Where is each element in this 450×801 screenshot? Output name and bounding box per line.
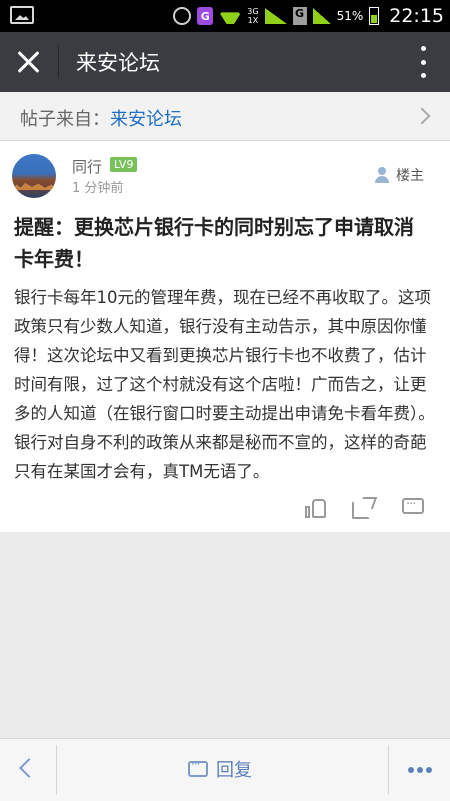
avatar[interactable] <box>12 154 56 198</box>
app-bar: 来安论坛 <box>0 32 450 92</box>
post-time: 1 分钟前 <box>72 181 124 196</box>
post-card: 同行 LV9 1 分钟前 楼主 提醒：更换芯片银行卡的同时别忘了申请取消卡年费！… <box>0 141 450 532</box>
owner-tag: 楼主 <box>374 165 424 185</box>
reply-button[interactable]: 回复 <box>188 756 252 782</box>
back-button[interactable] <box>0 739 56 801</box>
owner-label: 楼主 <box>396 168 424 184</box>
post-body: 银行卡每年10元的管理年费，现在已经不再收取了。这项政策只有少数人知道，银行没有… <box>14 288 435 481</box>
like-icon[interactable] <box>305 497 331 519</box>
network-type: 3G 1X <box>247 7 258 25</box>
comment-icon[interactable] <box>402 497 428 519</box>
reply-icon <box>188 757 208 777</box>
image-icon <box>10 6 34 24</box>
more-vertical-icon[interactable] <box>420 46 426 78</box>
chevron-right-icon <box>413 107 431 125</box>
share-icon[interactable] <box>352 497 378 519</box>
alarm-icon <box>173 7 192 25</box>
battery-percent: 51% <box>336 9 364 23</box>
app-bar-divider <box>58 46 59 78</box>
person-icon <box>374 167 390 183</box>
source-label: 帖子来自：来安论坛 <box>20 105 182 131</box>
page-title: 来安论坛 <box>76 51 160 75</box>
carrier-g-icon: G <box>292 7 307 25</box>
network-type-top: 3G <box>247 7 259 16</box>
level-badge: LV9 <box>110 157 138 172</box>
reply-label: 回复 <box>216 760 252 781</box>
post-title: 提醒：更换芯片银行卡的同时别忘了申请取消卡年费！ <box>14 215 414 271</box>
bottom-bar: 回复 <box>0 738 450 801</box>
author-name[interactable]: 同行 <box>72 156 102 177</box>
more-horizontal-icon[interactable] <box>389 739 450 801</box>
battery-icon <box>369 7 380 25</box>
status-bar: G 3G 1X G 51% 22:15 <box>0 0 450 32</box>
signal-icon <box>264 8 287 24</box>
close-icon[interactable] <box>14 48 44 76</box>
clock: 22:15 <box>389 5 444 27</box>
g-app-icon: G <box>197 7 214 25</box>
bottom-divider-left <box>56 745 57 795</box>
signal-icon-secondary <box>312 8 331 24</box>
status-icons: G 3G 1X G 51% 22:15 <box>173 0 444 32</box>
source-prefix: 帖子来自： <box>20 109 110 130</box>
network-type-bottom: 1X <box>247 16 259 25</box>
source-forum-link[interactable]: 来安论坛 <box>110 109 182 130</box>
wifi-icon <box>219 8 241 24</box>
source-forum-row[interactable]: 帖子来自：来安论坛 <box>0 92 450 141</box>
